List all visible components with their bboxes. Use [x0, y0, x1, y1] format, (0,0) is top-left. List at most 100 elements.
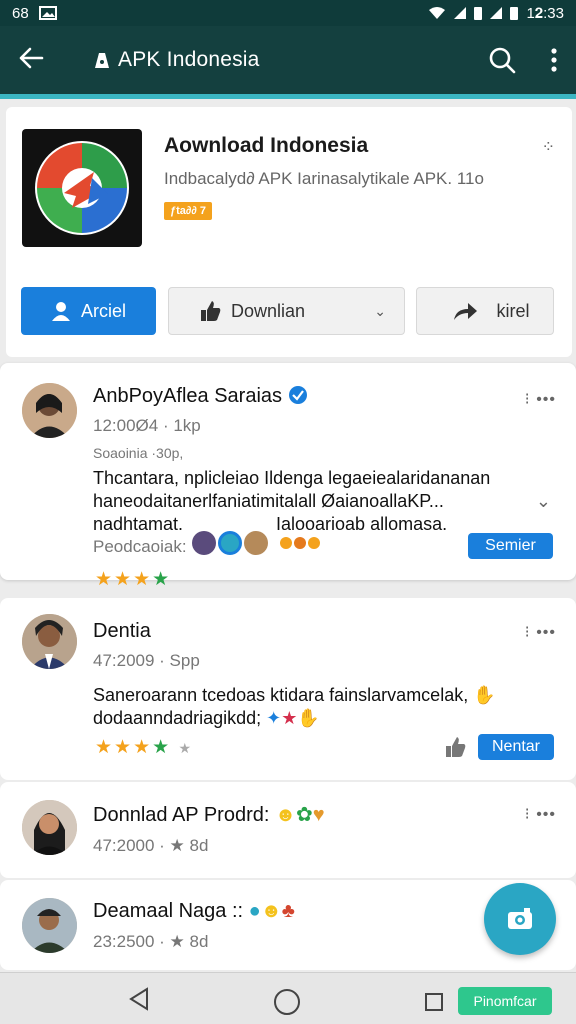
reviewer-name-row: Donnlad AP Prodrd: ☻✿♥	[93, 802, 325, 827]
star-icon: ★	[114, 569, 134, 590]
apk-logo-icon	[95, 53, 109, 68]
clover-emoji-icon: ✿	[296, 804, 313, 826]
review-card: Dentia ⁝ ••• 47:2009 · Spp Saneroarann t…	[0, 598, 576, 780]
app-bar-title: APK Indonesia	[118, 48, 260, 71]
nav-recents-icon[interactable]	[425, 993, 443, 1011]
rating-stars: ★★★★ ★	[95, 737, 194, 758]
review-card: Donnlad AP Prodrd: ☻✿♥ ⁝ ••• 47:2000 · ★…	[0, 782, 576, 878]
app-bar-title-group: APK Indonesia	[92, 48, 260, 72]
nav-pill-button[interactable]: Pinomfcar	[458, 987, 552, 1015]
avatar-photo	[22, 383, 77, 438]
star-icon: ★	[133, 569, 153, 590]
review-text-line-2: haneodaitanerlfaniatimitalall Øaianoalla…	[93, 491, 444, 511]
review-text-line-1: Thcantara, nplicleiao Ildenga legaeieala…	[93, 468, 491, 488]
smile-emoji-icon: ☻	[260, 900, 282, 922]
app-subtitle: Indbacalyd∂ APK Iarinasalytikale APK. 11…	[164, 169, 484, 188]
star-icon: ★	[152, 569, 172, 590]
camera-icon	[508, 908, 532, 929]
back-button[interactable]	[18, 44, 58, 76]
reviewer-name: Deamaal Naga ::	[93, 900, 244, 922]
review-meta: 23:2500 · ★ 8d	[93, 932, 209, 951]
sparkle-icon: ✦	[266, 708, 282, 728]
like-icon[interactable]	[444, 736, 472, 763]
star-emoji-icon: ★	[281, 708, 298, 728]
heart-emoji-icon: ♥	[312, 804, 325, 826]
review-text-line-2: dodaanndadriagikdd; ✦★✋	[93, 707, 320, 730]
review-footer-label: Peodcaoiak:	[93, 537, 187, 556]
share-label: kirel	[496, 300, 530, 321]
status-bar: 68 1𝟐:33	[0, 0, 576, 26]
review-card: AnbPoyAflea Saraias ⁝ ••• 12:00Ø4 · 1kp …	[0, 363, 576, 590]
reply-button[interactable]: Semier	[468, 533, 553, 559]
download-label: Downlian	[231, 300, 306, 321]
search-icon[interactable]	[488, 46, 516, 74]
review-more-icon[interactable]: ⁝ •••	[525, 389, 556, 409]
reaction-avatars[interactable]	[192, 531, 320, 555]
avatar[interactable]	[22, 383, 77, 438]
app-more-icon[interactable]: ⁘	[542, 137, 555, 157]
wifi-icon	[429, 7, 446, 19]
thumb-icon	[201, 301, 221, 321]
app-title: Aownload Indonesia	[164, 134, 369, 157]
avatar[interactable]	[22, 898, 77, 953]
expand-chevron-icon[interactable]: ⌄	[536, 491, 552, 512]
avatar-photo	[22, 800, 77, 855]
review-more-icon[interactable]: ⁝ •••	[525, 622, 556, 642]
reaction-avatar-3	[244, 531, 268, 555]
image-notification-icon	[38, 6, 57, 20]
emoji-icon: ✋	[473, 685, 496, 705]
primary-action-label: Arciel	[80, 300, 126, 321]
app-icon[interactable]	[22, 129, 142, 247]
signal-icon-2	[490, 7, 503, 19]
review-text-line-1: Saneroarann tcedoas ktidara fainslarvamc…	[93, 684, 496, 707]
emoji-icon: ●	[248, 900, 261, 922]
reviewer-name: AnbPoyAflea Saraias	[93, 385, 283, 407]
more-vert-icon[interactable]	[550, 47, 558, 73]
review-text-line-3: nadhtamat.	[93, 514, 184, 534]
app-detail-card: Aownload Indonesia Indbacalyd∂ APK Iarin…	[6, 107, 572, 357]
avatar-photo	[22, 898, 77, 953]
review-text-2: dodaanndadriagikdd;	[93, 708, 262, 728]
share-button[interactable]: kirel	[416, 287, 554, 335]
share-arrow-icon	[454, 303, 478, 320]
back-arrow-icon	[19, 47, 44, 69]
avatar[interactable]	[22, 800, 77, 855]
reviewer-name-row: AnbPoyAflea Saraias	[93, 385, 308, 408]
reply-button[interactable]: Nentar	[478, 734, 554, 760]
review-meta: 12:00Ø4 · 1kp	[93, 416, 201, 435]
verified-icon	[288, 386, 307, 404]
app-bar-accent-line	[0, 94, 576, 99]
review-more-icon[interactable]: ⁝ •••	[525, 804, 556, 824]
review-meta: 47:2000 · ★ 8d	[93, 836, 209, 855]
leaf-emoji-icon: ♣	[281, 900, 295, 922]
hand-emoji-icon: ✋	[297, 708, 320, 728]
signal-icon	[454, 7, 467, 19]
status-left-text: 68	[12, 4, 29, 22]
rating-stars: ★★★★	[95, 568, 171, 591]
reviewer-name: Dentia	[93, 620, 151, 642]
review-meta-secondary: Soaoinia ·30p,	[93, 445, 184, 461]
star-icon: ★	[95, 569, 115, 590]
primary-action-button[interactable]: Arciel	[21, 287, 156, 335]
reaction-avatar-2	[218, 531, 242, 555]
avatar[interactable]	[22, 614, 77, 669]
status-time: 1𝟐:33	[526, 4, 564, 22]
review-text-1: Saneroarann tcedoas ktidara fainslarvamc…	[93, 685, 469, 705]
reviewer-name: Donnlad AP Prodrd:	[93, 804, 270, 826]
app-badge: ƒta∂∂ 7	[164, 202, 212, 220]
thumb-up-icon	[446, 737, 466, 757]
battery-icon-2	[510, 6, 519, 20]
smile-emoji-icon: ☻	[274, 804, 297, 826]
nav-home-icon[interactable]	[274, 989, 300, 1015]
nav-back-icon[interactable]	[128, 987, 150, 1011]
reaction-avatar-1	[192, 531, 216, 555]
camera-fab-button[interactable]	[484, 883, 556, 955]
user-icon	[51, 302, 70, 321]
avatar-photo	[22, 614, 77, 669]
review-meta: 47:2009 · Spp	[93, 651, 200, 670]
battery-icon	[474, 6, 483, 20]
reviewer-name-row: Deamaal Naga :: ●☻♣	[93, 900, 295, 923]
download-dropdown-button[interactable]: Downlian ⌄	[168, 287, 405, 335]
chevron-down-icon: ⌄	[374, 302, 386, 319]
system-nav-bar: Pinomfcar	[0, 972, 576, 1024]
